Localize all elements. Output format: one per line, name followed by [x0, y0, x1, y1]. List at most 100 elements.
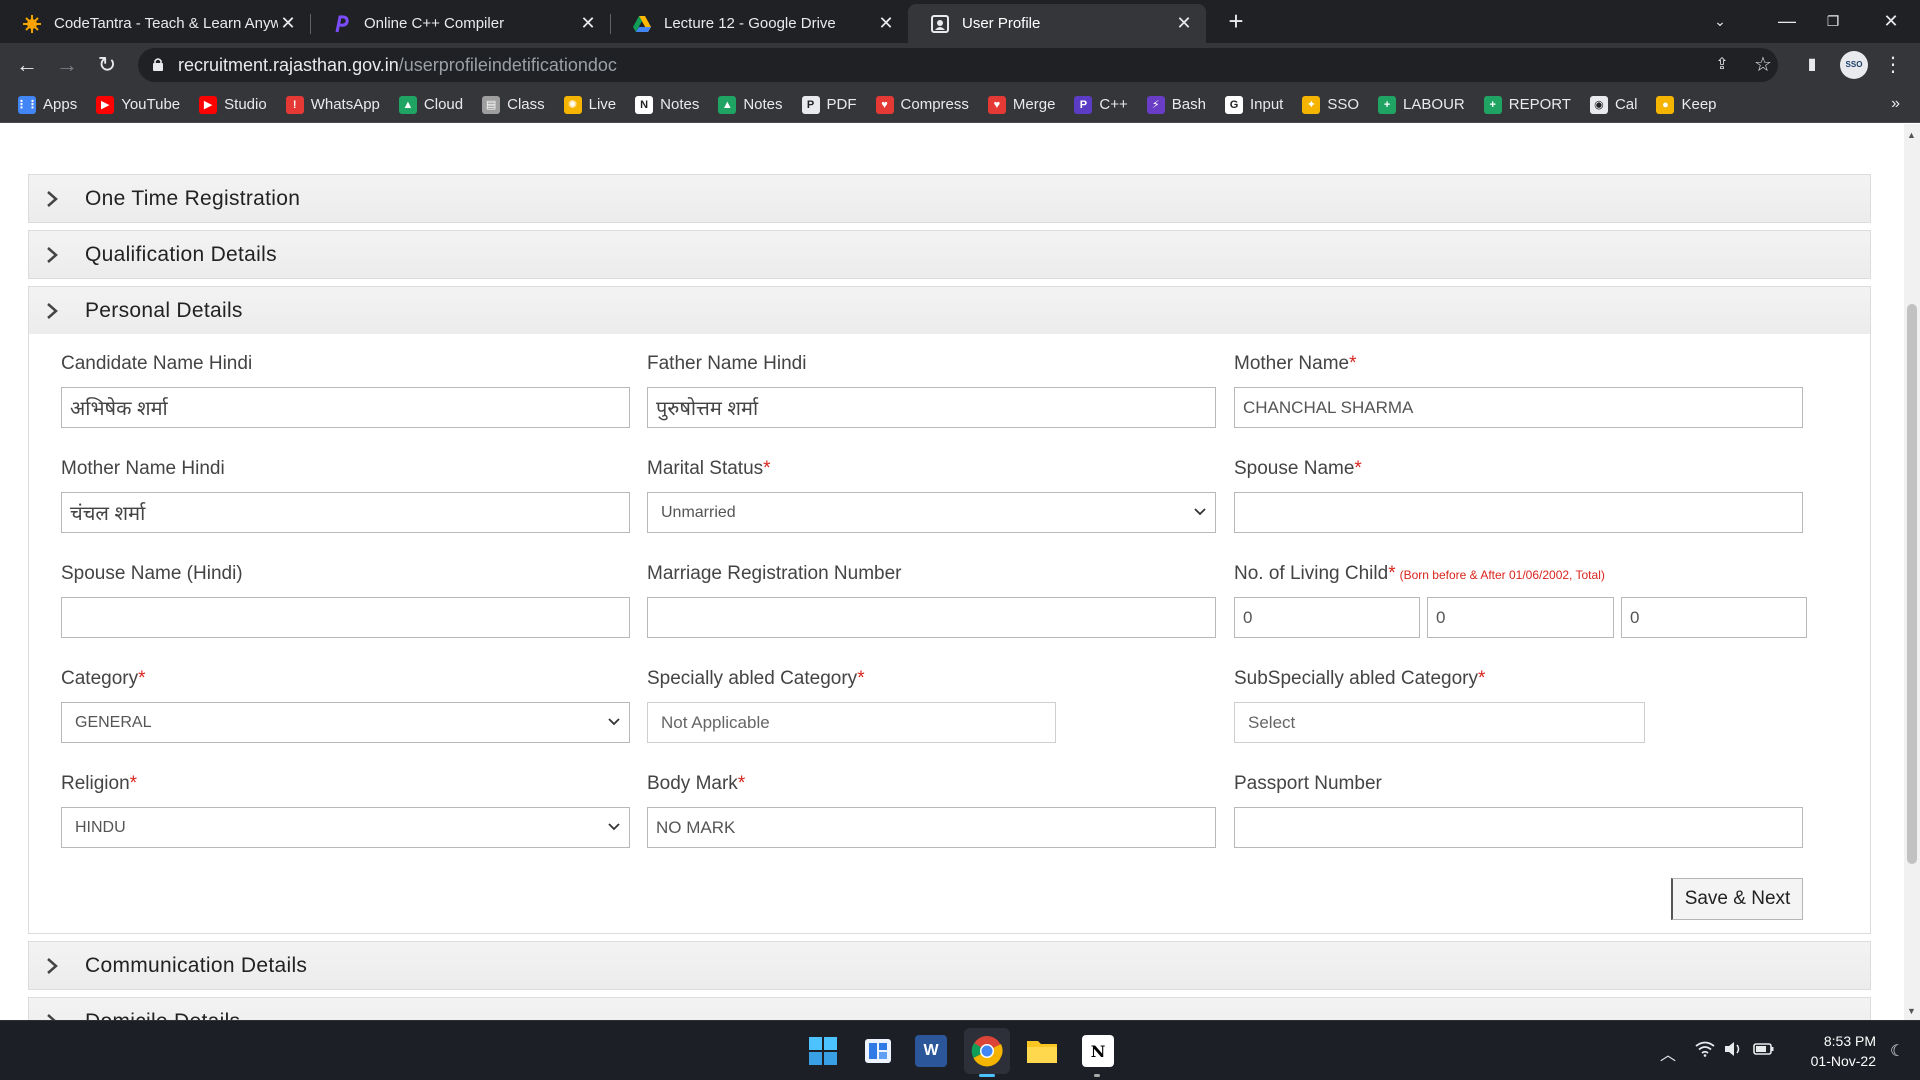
bookmark-youtube[interactable]: ▶ YouTube: [96, 95, 180, 114]
bookmark-live[interactable]: ✺ Live: [563, 95, 617, 114]
bookmark-compress[interactable]: ♥ Compress: [875, 95, 969, 114]
word-icon[interactable]: W: [915, 1035, 947, 1067]
new-tab-button[interactable]: +: [1222, 7, 1250, 35]
menu-kebab-icon[interactable]: ⋮: [1878, 50, 1908, 80]
bookmark-labour[interactable]: + LABOUR: [1378, 95, 1465, 114]
browser-toolbar: ← → ↻ recruitment.rajasthan.gov.in/userp…: [0, 43, 1920, 87]
marriage-registration-number-label: Marriage Registration Number: [647, 563, 902, 584]
reload-icon[interactable]: ↻: [92, 50, 122, 80]
bookmark-bash[interactable]: ⚡ Bash: [1146, 95, 1206, 114]
subspecially-abled-category-select[interactable]: Select: [1234, 702, 1645, 743]
scroll-up-icon[interactable]: ▲: [1907, 130, 1916, 140]
save-next-button[interactable]: Save & Next: [1671, 878, 1803, 920]
body-mark-input[interactable]: NO MARK: [647, 807, 1216, 848]
back-arrow-icon[interactable]: ←: [12, 50, 42, 80]
bookmark-label: Live: [588, 96, 617, 113]
marital-status-select[interactable]: Unmarried: [647, 492, 1216, 533]
candidate-name-hindi-input[interactable]: अभिषेक शर्मा: [61, 387, 630, 428]
side-panel-icon[interactable]: ▮: [1797, 50, 1827, 80]
mother-name-hindi-input[interactable]: चंचल शर्मा: [61, 492, 630, 533]
bookmark-c-[interactable]: P C++: [1074, 95, 1128, 114]
candidate-name-hindi-label: Candidate Name Hindi: [61, 353, 253, 374]
religion-select[interactable]: HINDU: [61, 807, 630, 848]
tab-user-profile[interactable]: User Profile ✕: [908, 4, 1206, 43]
chevron-right-icon: [47, 246, 58, 263]
living-child-before-input[interactable]: 0: [1234, 597, 1420, 638]
category-select[interactable]: GENERAL: [61, 702, 630, 743]
tab-online-cpp-compiler[interactable]: Online C++ Compiler ✕: [310, 4, 610, 43]
forward-arrow-icon[interactable]: →: [52, 50, 82, 80]
specially-abled-category-select[interactable]: Not Applicable: [647, 702, 1056, 743]
father-name-hindi-label: Father Name Hindi: [647, 353, 807, 374]
widgets-icon[interactable]: [862, 1035, 894, 1067]
volume-icon[interactable]: [1723, 1041, 1743, 1062]
close-icon[interactable]: ✕: [876, 13, 896, 34]
accordion-domicile-details[interactable]: Domicile Details: [28, 997, 1871, 1020]
father-name-hindi-input[interactable]: पुरुषोत्तम शर्मा: [647, 387, 1216, 428]
chevron-down-icon: [608, 718, 620, 726]
scrollbar-thumb[interactable]: [1907, 304, 1917, 864]
mother-name-input[interactable]: CHANCHAL SHARMA: [1234, 387, 1803, 428]
bookmark-whatsapp[interactable]: ! WhatsApp: [285, 95, 380, 114]
bookmark-merge[interactable]: ♥ Merge: [987, 95, 1055, 114]
youtube-studio-icon: ▶: [199, 95, 218, 114]
share-icon[interactable]: ⇪: [1707, 50, 1737, 80]
close-window-button[interactable]: ✕: [1868, 4, 1914, 38]
bookmark-pdf[interactable]: P PDF: [801, 95, 857, 114]
chevron-right-icon: [47, 957, 58, 974]
chrome-icon[interactable]: [964, 1028, 1010, 1074]
bookmarks-overflow-icon[interactable]: »: [1891, 95, 1900, 113]
tab-search-icon[interactable]: ⌄: [1697, 4, 1743, 38]
whatsapp-icon: !: [285, 95, 304, 114]
notion-icon[interactable]: N: [1082, 1035, 1114, 1067]
wifi-icon[interactable]: [1695, 1041, 1715, 1062]
bookmark-class[interactable]: ▤ Class: [482, 95, 545, 114]
battery-icon[interactable]: [1753, 1041, 1775, 1062]
bookmark-sso[interactable]: ✦ SSO: [1302, 95, 1359, 114]
living-child-total-input[interactable]: 0: [1621, 597, 1807, 638]
scroll-down-icon[interactable]: ▼: [1907, 1006, 1916, 1016]
bookmark-label: C++: [1099, 96, 1128, 113]
accordion-qualification-details[interactable]: Qualification Details: [28, 230, 1871, 279]
minimize-button[interactable]: —: [1764, 4, 1810, 38]
system-clock[interactable]: 8:53 PM 01-Nov-22: [1790, 1031, 1876, 1071]
bookmark-label: REPORT: [1508, 96, 1571, 113]
passport-number-input[interactable]: [1234, 807, 1803, 848]
bookmark-studio[interactable]: ▶ Studio: [199, 95, 267, 114]
page-icon: [930, 14, 950, 34]
close-icon[interactable]: ✕: [1174, 13, 1194, 34]
bookmark-apps[interactable]: ⋮⋮ Apps: [16, 95, 77, 114]
accordion-one-time-registration[interactable]: One Time Registration: [28, 174, 1871, 223]
tab-codetantra[interactable]: CodeTantra - Teach & Learn Anyw ✕: [0, 4, 310, 43]
page-scrollbar[interactable]: ▲ ▼: [1904, 124, 1920, 1020]
marriage-registration-number-input[interactable]: [647, 597, 1216, 638]
bookmark-notes[interactable]: N Notes: [635, 95, 699, 114]
bookmark-star-icon[interactable]: ☆: [1748, 50, 1778, 80]
close-icon[interactable]: ✕: [278, 13, 298, 34]
bookmark-notes[interactable]: ▲ Notes: [718, 95, 783, 114]
accordion-communication-details[interactable]: Communication Details: [28, 941, 1871, 990]
tab-google-drive[interactable]: Lecture 12 - Google Drive ✕: [610, 4, 908, 43]
file-explorer-icon[interactable]: [1026, 1035, 1058, 1067]
chevron-up-icon[interactable]: ︿: [1660, 1041, 1676, 1065]
bookmark-cal[interactable]: ◉ Cal: [1589, 95, 1637, 114]
notifications-icon[interactable]: ☾: [1890, 1041, 1904, 1061]
spouse-name-hindi-input[interactable]: [61, 597, 630, 638]
spouse-name-input[interactable]: [1234, 492, 1803, 533]
living-child-after-input[interactable]: 0: [1427, 597, 1614, 638]
accordion-personal-details[interactable]: Personal Details: [28, 286, 1871, 335]
profile-avatar[interactable]: SSO: [1840, 51, 1868, 79]
mother-name-label: Mother Name*: [1234, 353, 1357, 374]
bookmark-report[interactable]: + REPORT: [1483, 95, 1571, 114]
bookmark-label: Studio: [224, 96, 267, 113]
address-bar[interactable]: recruitment.rajasthan.gov.in/userprofile…: [138, 48, 1778, 82]
bookmark-input[interactable]: G Input: [1224, 95, 1283, 114]
religion-label: Religion*: [61, 773, 138, 794]
windows-start-icon[interactable]: [807, 1035, 839, 1067]
programiz-icon: [332, 14, 352, 34]
close-icon[interactable]: ✕: [578, 13, 598, 34]
bookmark-keep[interactable]: ● Keep: [1656, 95, 1717, 114]
bookmark-label: PDF: [826, 96, 857, 113]
restore-button[interactable]: ❐: [1810, 4, 1856, 38]
bookmark-cloud[interactable]: ▲ Cloud: [398, 95, 463, 114]
